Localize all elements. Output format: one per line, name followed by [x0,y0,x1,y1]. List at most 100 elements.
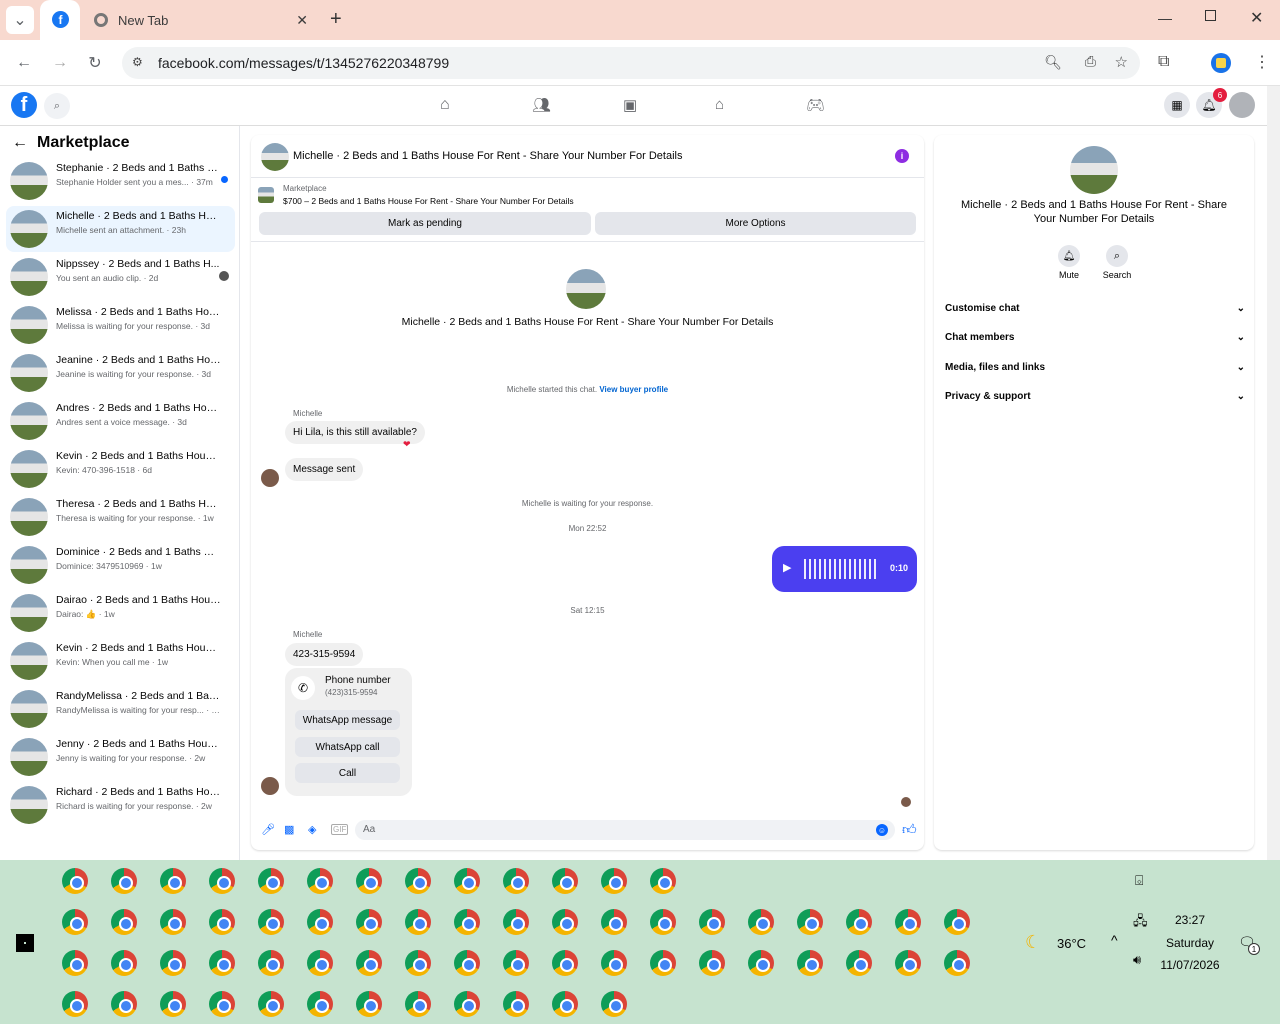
chrome-taskbar-icon[interactable] [503,950,529,976]
bookmark-star-icon[interactable]: ☆ [1115,53,1128,71]
close-tab-icon[interactable]: ✕ [296,12,308,29]
chrome-taskbar-icon[interactable] [454,991,480,1017]
chrome-taskbar-icon[interactable] [650,909,676,935]
chrome-taskbar-icon[interactable] [356,991,382,1017]
reload-button[interactable]: ↻ [81,49,109,77]
chrome-taskbar-icon[interactable] [160,868,186,894]
conversation-item[interactable]: RandyMelissa · 2 Beds and 1 Baths ... Ran… [6,686,235,732]
chrome-taskbar-icon[interactable] [62,909,88,935]
back-button[interactable]: ← [10,49,38,77]
chrome-taskbar-icon[interactable] [258,868,284,894]
site-settings-icon[interactable]: ⚙ [132,55,143,69]
meet-now-icon[interactable]: ⌺ [1135,872,1143,889]
volume-icon[interactable]: 🔊︎ [1133,952,1141,968]
start-button-icon[interactable] [16,934,34,952]
chrome-taskbar-icon[interactable] [160,950,186,976]
chrome-menu-icon[interactable]: ⋮ [1254,52,1270,72]
chrome-taskbar-icon[interactable] [160,909,186,935]
chrome-taskbar-icon[interactable] [405,950,431,976]
address-bar[interactable]: ⚙ facebook.com/messages/t/13452762203487… [122,47,1140,79]
chrome-taskbar-icon[interactable] [111,991,137,1017]
close-window-button[interactable]: ✕ [1250,8,1263,28]
clock-day[interactable]: Saturday [1155,936,1225,950]
chrome-taskbar-icon[interactable] [601,991,627,1017]
mute-icon[interactable]: 🔔︎ [1058,245,1080,267]
chrome-taskbar-icon[interactable] [209,868,235,894]
play-icon[interactable]: ▶ [783,561,791,574]
chrome-taskbar-icon[interactable] [307,991,333,1017]
conversation-item[interactable]: Stephanie · 2 Beds and 1 Baths H... Steph… [6,158,235,204]
chrome-taskbar-icon[interactable] [209,909,235,935]
chrome-taskbar-icon[interactable] [405,868,431,894]
view-buyer-profile-link[interactable]: View buyer profile [599,385,668,394]
conversation-item[interactable]: Kevin · 2 Beds and 1 Baths House F... Kev… [6,446,235,492]
chrome-taskbar-icon[interactable] [454,909,480,935]
conversation-item[interactable]: Dairao · 2 Beds and 1 Baths House ... Dai… [6,590,235,636]
section-customise-chat[interactable]: Customise chat ⌄ [945,303,1245,314]
section-media-files-links[interactable]: Media, files and links ⌄ [945,362,1245,373]
chrome-taskbar-icon[interactable] [258,991,284,1017]
chrome-taskbar-icon[interactable] [356,909,382,935]
like-icon[interactable]: 👍︎ [902,821,917,838]
restore-button[interactable] [1205,10,1216,21]
conversation-item[interactable]: Andres · 2 Beds and 1 Baths House... Andr… [6,398,235,444]
chat-title[interactable]: Michelle · 2 Beds and 1 Baths House For … [293,150,682,162]
menu-grid-icon[interactable]: ▦ [1164,92,1190,118]
message-input[interactable]: Aa [355,820,895,840]
friends-icon[interactable]: 👥︎ [532,96,551,114]
more-options-button[interactable]: More Options [595,212,916,235]
conversation-item[interactable]: Richard · 2 Beds and 1 Baths Hous... Rich… [6,782,235,828]
chrome-taskbar-icon[interactable] [405,991,431,1017]
home-icon[interactable]: ⌂ [440,96,450,114]
photo-icon[interactable]: ▩ [284,823,294,836]
conversation-item[interactable]: Jeanine · 2 Beds and 1 Baths Hous... Jean… [6,350,235,396]
mark-as-pending-button[interactable]: Mark as pending [259,212,591,235]
chrome-taskbar-icon[interactable] [797,909,823,935]
chrome-taskbar-icon[interactable] [209,991,235,1017]
call-button[interactable]: Call [295,763,400,783]
chrome-taskbar-icon[interactable] [307,868,333,894]
chrome-taskbar-icon[interactable] [356,868,382,894]
chrome-taskbar-icon[interactable] [552,950,578,976]
chrome-taskbar-icon[interactable] [209,950,235,976]
weather-moon-icon[interactable]: ☾ [1025,932,1041,953]
minimize-button[interactable]: — [1158,10,1172,26]
whatsapp-call-button[interactable]: WhatsApp call [295,737,400,757]
weather-temp[interactable]: 36°C [1057,936,1086,951]
clock-time[interactable]: 23:27 [1160,913,1220,927]
chrome-taskbar-icon[interactable] [503,991,529,1017]
new-tab-button[interactable]: + [330,8,342,31]
chrome-taskbar-icon[interactable] [356,950,382,976]
chrome-taskbar-icon[interactable] [62,950,88,976]
chrome-taskbar-icon[interactable] [111,868,137,894]
account-avatar[interactable] [1229,92,1255,118]
page-scrollbar[interactable] [1267,86,1280,860]
tab-list-button[interactable]: ⌄ [6,6,34,34]
chrome-taskbar-icon[interactable] [748,909,774,935]
chrome-taskbar-icon[interactable] [699,909,725,935]
microphone-icon[interactable]: 🎤︎ [261,823,275,836]
chrome-taskbar-icon[interactable] [258,909,284,935]
chrome-taskbar-icon[interactable] [111,909,137,935]
chrome-taskbar-icon[interactable] [601,909,627,935]
info-icon[interactable]: i [895,149,909,163]
chrome-taskbar-icon[interactable] [601,950,627,976]
chrome-taskbar-icon[interactable] [552,909,578,935]
fb-search-icon[interactable]: ⌕ [44,93,70,119]
conversation-item[interactable]: Jenny · 2 Beds and 1 Baths House ... Jenn… [6,734,235,780]
extensions-icon[interactable]: ⧉ [1158,53,1169,71]
audio-message[interactable]: ▶ 0:10 [772,546,917,592]
chrome-taskbar-icon[interactable] [944,909,970,935]
chrome-taskbar-icon[interactable] [552,868,578,894]
chrome-taskbar-icon[interactable] [160,991,186,1017]
conversation-item[interactable]: Melissa · 2 Beds and 1 Baths Hous... Meli… [6,302,235,348]
chrome-taskbar-icon[interactable] [111,950,137,976]
message-bubble[interactable]: 423-315-9594 [285,643,364,666]
chrome-taskbar-icon[interactable] [846,950,872,976]
chrome-taskbar-icon[interactable] [307,909,333,935]
emoji-icon[interactable]: ☺ [876,824,888,836]
install-icon[interactable]: ⎙ [1085,53,1096,70]
chrome-taskbar-icon[interactable] [503,909,529,935]
conversation-item[interactable]: Michelle · 2 Beds and 1 Baths Hous... Mic… [6,206,235,252]
profile-icon[interactable] [1211,53,1231,73]
